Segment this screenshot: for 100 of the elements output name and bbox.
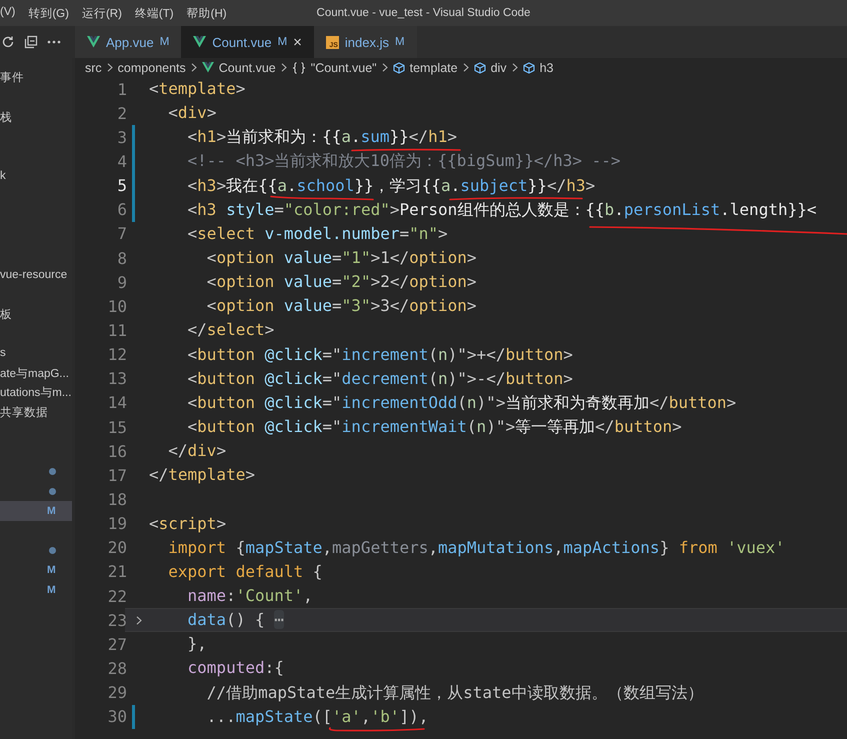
chevron-icon [462,63,469,72]
chevron-icon [512,63,518,72]
sidebar-item[interactable]: s [0,344,72,364]
refresh-icon[interactable] [1,35,15,49]
chevron-icon [190,63,197,72]
sidebar-item[interactable]: k [0,166,72,186]
code-line: name:'Count', [186,587,313,606]
braces-icon [292,62,306,74]
line-number: 28 [106,658,127,678]
line-number: 8 [116,248,127,268]
sidebar-item[interactable]: 板 [0,304,72,324]
line-number: 30 [106,707,127,726]
line-number: 27 [106,634,127,654]
sidebar-item[interactable]: vue-resource [0,264,72,285]
code-line: data() { ⋯ [186,611,284,630]
line-number: 2 [116,104,127,123]
code-line: <!-- <h3>当前求和放大10倍为：{{bigSum}}</h3> --> [186,152,621,170]
close-icon[interactable]: × [293,34,302,50]
menu-item[interactable]: 终端(T) [134,6,174,20]
line-number: 18 [106,490,127,509]
code-line: </select> [186,321,274,340]
line-number: 11 [106,320,127,340]
editor-tab[interactable]: Count.vue M × [181,26,314,58]
chevron-icon [106,63,113,72]
vue-file-icon [193,36,206,48]
editor-tab[interactable]: App.vue M [75,26,182,58]
breadcrumb-item[interactable]: Count.vue [218,60,276,74]
breadcrumb-item[interactable]: h3 [540,60,554,74]
code-line: //借助mapState生成计算属性，从state中读取数据。（数组写法） [206,684,704,702]
cube-icon [474,62,486,74]
breadcrumb-item[interactable]: "Count.vue" [310,60,377,74]
code-line: <script> [149,514,226,533]
sidebar-item[interactable]: utations与m... [0,383,72,403]
chevron-icon [280,63,287,72]
sidebar-item[interactable]: ate与mapG... [0,363,72,383]
line-number: 14 [106,393,127,412]
line-number: 22 [106,586,127,606]
menu-item[interactable]: 运行(R) [82,6,122,20]
code-line: </div> [167,442,226,460]
line-number: 19 [106,514,127,534]
code-line: <h1>当前求和为：{{a.sum}}</h1> [186,128,457,146]
chevron-icon [382,63,388,72]
sidebar-item[interactable]: 栈 [0,107,72,128]
line-number: 29 [106,683,127,702]
cube-icon [392,62,405,74]
code-line: }, [186,635,207,654]
code-line: <div> [167,104,216,122]
line-number: 4 [116,152,127,171]
line-number: 13 [106,369,127,388]
code-line: <template> [149,80,246,98]
code-line: <button @click="incrementOdd(n)">当前求和为奇数再加</button> [186,394,736,412]
sidebar-item[interactable]: M [0,560,72,580]
line-number: 12 [106,345,127,364]
breadcrumb-item[interactable]: components [118,60,186,74]
line-number: 23 [106,610,127,630]
sidebar-item[interactable]: 事件 [0,68,72,88]
vue-file-icon [87,36,100,48]
code-line: computed:{ [186,659,284,678]
line-number: 9 [116,272,127,292]
line-number: 3 [116,128,127,147]
code-line: <option value="2">2</option> [206,273,477,292]
line-number: 20 [106,538,127,558]
more-icon[interactable] [47,40,61,44]
git-status-label: M [47,564,56,576]
line-number: 7 [116,224,127,244]
code-line: <select v-model.number="n"> [186,224,448,243]
line-number: 16 [106,442,127,461]
code-line: <option value="1">1</option> [206,249,477,268]
chevron-icon[interactable] [136,616,142,625]
menu-item[interactable]: (V) [0,6,16,20]
code-line: <h3>我在{{a.school}}，学习{{a.subject}}</h3> [186,176,596,195]
menu-item[interactable]: 转到(G) [28,6,69,20]
breadcrumb-item[interactable]: src [85,60,102,74]
code-line: <h3 style="color:red">Person组件的总人数是：{{b.personList.length}}< [186,200,816,219]
line-number: 1 [116,80,127,99]
sidebar-item[interactable]: M [0,580,72,600]
window-title: Count.vue - vue_test - Visual Studio Code [316,7,530,19]
line-number: 5 [116,176,127,196]
code-line: <button @click="decrement(n)">-</button> [186,370,573,388]
menu-item[interactable]: 帮助(H) [186,6,227,20]
code-line: ...mapState(['a','b']), [206,708,428,726]
line-number: 15 [106,418,127,437]
collapse-all-icon[interactable] [24,35,38,49]
code-line: <button @click="increment(n)">+</button> [186,346,573,364]
line-number: 10 [106,296,127,316]
cube-icon [522,62,535,74]
git-status-label: M [47,584,56,596]
code-line: <button @click="incrementWait(n)">等一等再加</button> [186,418,682,436]
code-line: import {mapState,mapGetters,mapMutations,mapActions} from 'vuex' [167,538,785,557]
breadcrumb-item[interactable]: div [490,60,507,74]
code-line: </template> [149,466,255,484]
sidebar-item[interactable]: 共享数据 [0,402,72,422]
code-line: <option value="3">3</option> [206,297,477,316]
code-line: export default { [167,562,322,581]
line-number: 17 [106,466,127,485]
git-status-label: M [47,504,56,517]
line-number: 21 [106,562,127,582]
vue-file-icon [202,62,214,73]
line-number: 6 [116,200,127,220]
breadcrumb-item[interactable]: template [410,60,458,74]
